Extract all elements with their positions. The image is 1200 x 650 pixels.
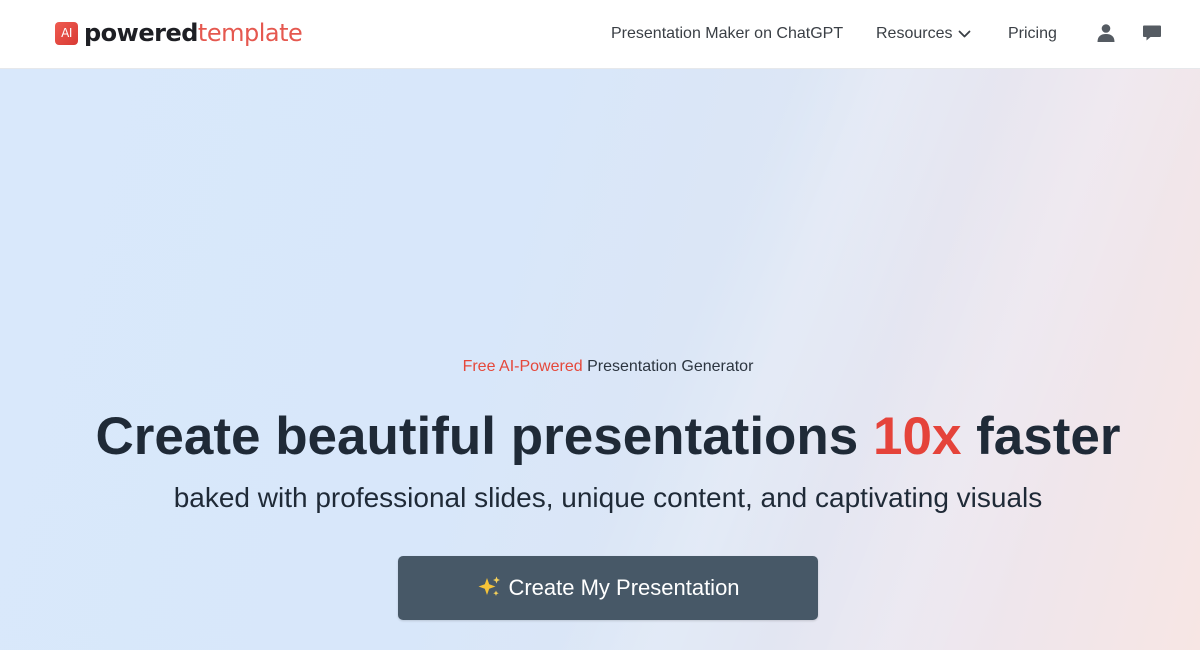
hero-eyebrow: Free AI-Powered Presentation Generator <box>0 357 1200 377</box>
create-presentation-button[interactable]: Create My Presentation <box>398 556 818 620</box>
nav-menu: Presentation Maker on ChatGPT Resources … <box>0 0 1200 69</box>
nav-link-resources[interactable]: Resources <box>876 24 971 44</box>
hero-headline: Create beautiful presentations 10x faste… <box>0 404 1200 470</box>
nav-link-pricing[interactable]: Pricing <box>1008 24 1057 44</box>
chat-icon[interactable] <box>1142 23 1162 43</box>
nav-link-presentation-maker-chatgpt[interactable]: Presentation Maker on ChatGPT <box>611 24 843 44</box>
headline-before: Create beautiful presentations <box>95 407 873 466</box>
create-presentation-button-label: Create My Presentation <box>508 575 740 600</box>
headline-after: faster <box>961 407 1121 466</box>
eyebrow-highlight: Free AI-Powered <box>462 358 583 375</box>
headline-accent: 10x <box>873 407 962 466</box>
sparkles-icon <box>478 576 501 596</box>
eyebrow-rest: Presentation Generator <box>582 358 754 375</box>
top-navbar: AI poweredtemplate Presentation Maker on… <box>0 0 1200 69</box>
nav-link-resources-label: Resources <box>876 25 953 42</box>
chevron-down-icon <box>959 30 971 38</box>
hero-subheadline: baked with professional slides, unique c… <box>173 482 1043 513</box>
user-icon[interactable] <box>1096 23 1116 43</box>
hero-section: Free AI-Powered Presentation Generator C… <box>0 69 1200 650</box>
